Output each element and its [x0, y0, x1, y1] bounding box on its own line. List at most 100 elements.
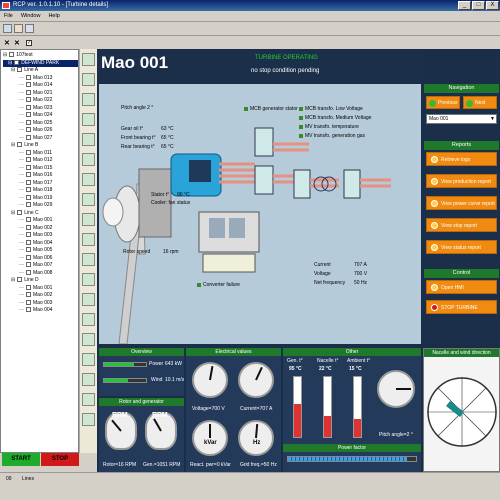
chart-icon[interactable] [82, 113, 95, 126]
turbine-tree[interactable]: ⊟ 107test ⊟ DEFWIND PARK ⊟ Line A — Mao 013— M… [0, 49, 79, 453]
tree-turbine-item[interactable]: — Mao 022 [3, 97, 78, 105]
next-icon [466, 100, 473, 107]
tree-turbine-item[interactable]: — Mao 002 [3, 292, 78, 300]
tree-turbine-item[interactable]: — Mao 005 [3, 247, 78, 255]
stop-turbine-button[interactable]: STOP TURBINE [426, 300, 497, 314]
tree-turbine-item[interactable]: — Mao 021 [3, 90, 78, 98]
report-button[interactable]: View production report [426, 174, 497, 188]
gear-oil-label: Gear oil t° [121, 126, 144, 132]
cabinet-2 [254, 165, 274, 195]
collapse-icon[interactable]: ✕ [14, 39, 20, 47]
tree-turbine-item[interactable]: — Mao 008 [3, 270, 78, 278]
tree-turbine-item[interactable]: — Mao 027 [3, 135, 78, 143]
tree-line[interactable]: ⊟ Line C [3, 210, 78, 218]
maximize-button[interactable]: □ [472, 1, 485, 10]
settings-icon[interactable] [82, 153, 95, 166]
tree-turbine-item[interactable]: — Mao 003 [3, 300, 78, 308]
menu-file[interactable]: File [0, 11, 17, 21]
tree-root[interactable]: ⊟ 107test [3, 52, 78, 60]
rotor-gauge: RPM [105, 412, 137, 450]
start-button[interactable]: START [2, 453, 40, 466]
tree-turbine-item[interactable]: — Mao 018 [3, 187, 78, 195]
window-icon[interactable] [25, 24, 34, 33]
current-label: Current [314, 262, 331, 268]
control-list: Open HMI STOP TURBINE [424, 280, 499, 320]
title-bar: RCP ver. 1.0.1.10 - [Turbine details] _ … [0, 0, 500, 11]
tree-turbine-item[interactable]: — Mao 002 [3, 225, 78, 233]
graph-icon[interactable] [82, 233, 95, 246]
mv-switch [343, 169, 361, 199]
rotor-generator-header: Rotor and generator [99, 398, 184, 406]
tree-turbine-item[interactable]: — Mao 029 [3, 202, 78, 210]
tree-turbine-item[interactable]: — Mao 001 [3, 285, 78, 293]
menu-help[interactable]: Help [44, 11, 63, 21]
info-icon[interactable] [82, 333, 95, 346]
tree-park[interactable]: ⊟ DEFWIND PARK [3, 59, 78, 67]
open-icon[interactable] [3, 24, 12, 33]
export-icon[interactable] [82, 373, 95, 386]
exit-icon[interactable] [82, 413, 95, 426]
overview-icon[interactable] [82, 53, 95, 66]
next-button[interactable]: Next [463, 96, 497, 109]
tree-turbine-item[interactable]: — Mao 012 [3, 157, 78, 165]
grid-frequency-gauge: Hz [238, 420, 274, 456]
menu-window[interactable]: Window [17, 11, 45, 21]
status-bar: 09 Lines [0, 472, 500, 500]
window-title: RCP ver. 1.0.1.10 - [Turbine details] [13, 2, 109, 8]
tree-turbine-item[interactable]: — Mao 007 [3, 262, 78, 270]
alarm-icon[interactable] [82, 133, 95, 146]
rotor-generator-panel: Rotor and generator RPM RPM Rotor=16 RPM… [99, 398, 184, 472]
report-icon[interactable] [82, 193, 95, 206]
converter-unit-1 [209, 218, 225, 238]
tree-turbine-item[interactable]: — Mao 023 [3, 105, 78, 113]
previous-button[interactable]: Previous [426, 96, 460, 109]
turbine-select[interactable]: Mao 001 ▼ [426, 114, 497, 124]
hmi-icon[interactable] [82, 173, 95, 186]
grid-icon[interactable] [82, 353, 95, 366]
tree-turbine-item[interactable]: — Mao 003 [3, 232, 78, 240]
tree-turbine-item[interactable]: — Mao 004 [3, 307, 78, 315]
report-button[interactable]: Retrieve logs [426, 152, 497, 166]
save-icon[interactable] [14, 24, 23, 33]
tree-turbine-item[interactable]: — Mao 025 [3, 120, 78, 128]
wind-direction-compass [427, 377, 497, 447]
tree-turbine-item[interactable]: — Mao 016 [3, 172, 78, 180]
wind-icon[interactable] [82, 293, 95, 306]
rotor-speed-label: Rotor speed [123, 249, 151, 255]
report-icon [431, 178, 438, 185]
tree-turbine-item[interactable]: — Mao 001 [3, 217, 78, 225]
tree-turbine-item[interactable]: — Mao 019 [3, 195, 78, 203]
power-icon[interactable] [82, 253, 95, 266]
report-button[interactable]: View stop report [426, 218, 497, 232]
generator-gauge: RPM [145, 412, 177, 450]
check-all-icon[interactable]: ✓ [26, 40, 32, 46]
close-all-icon[interactable]: ✕ [4, 39, 10, 47]
previous-icon [429, 100, 436, 107]
cooler-label: Cooler: fan status [151, 200, 191, 206]
tree-turbine-item[interactable]: — Mao 014 [3, 82, 78, 90]
tree-turbine-item[interactable]: — Mao 026 [3, 127, 78, 135]
tree-turbine-item[interactable]: — Mao 015 [3, 165, 78, 173]
tree-line[interactable]: ⊟ Line A [3, 67, 78, 75]
tree-turbine-item[interactable]: — Mao 013 [3, 75, 78, 83]
stop-button[interactable]: STOP [41, 453, 79, 466]
report-button[interactable]: View power curve report [426, 196, 497, 210]
tree-turbine-item[interactable]: — Mao 004 [3, 240, 78, 248]
tree-turbine-item[interactable]: — Mao 011 [3, 150, 78, 158]
close-button[interactable]: X [486, 1, 499, 10]
tree-line[interactable]: ⊟ Line B [3, 142, 78, 150]
status-right[interactable]: Lines [22, 476, 34, 482]
tree-turbine-item[interactable]: — Mao 006 [3, 255, 78, 263]
diagram-icon[interactable] [82, 93, 95, 106]
tree-turbine-item[interactable]: — Mao 024 [3, 112, 78, 120]
minimize-button[interactable]: _ [458, 1, 471, 10]
log-icon[interactable] [82, 273, 95, 286]
tree-turbine-item[interactable]: — Mao 017 [3, 180, 78, 188]
curve-icon[interactable] [82, 213, 95, 226]
report-button[interactable]: View status report [426, 240, 497, 254]
map-icon[interactable] [82, 73, 95, 86]
tools-icon[interactable] [82, 313, 95, 326]
help-icon[interactable] [82, 393, 95, 406]
tree-line[interactable]: ⊟ Line D [3, 277, 78, 285]
open-hmi-button[interactable]: Open HMI [426, 280, 497, 294]
